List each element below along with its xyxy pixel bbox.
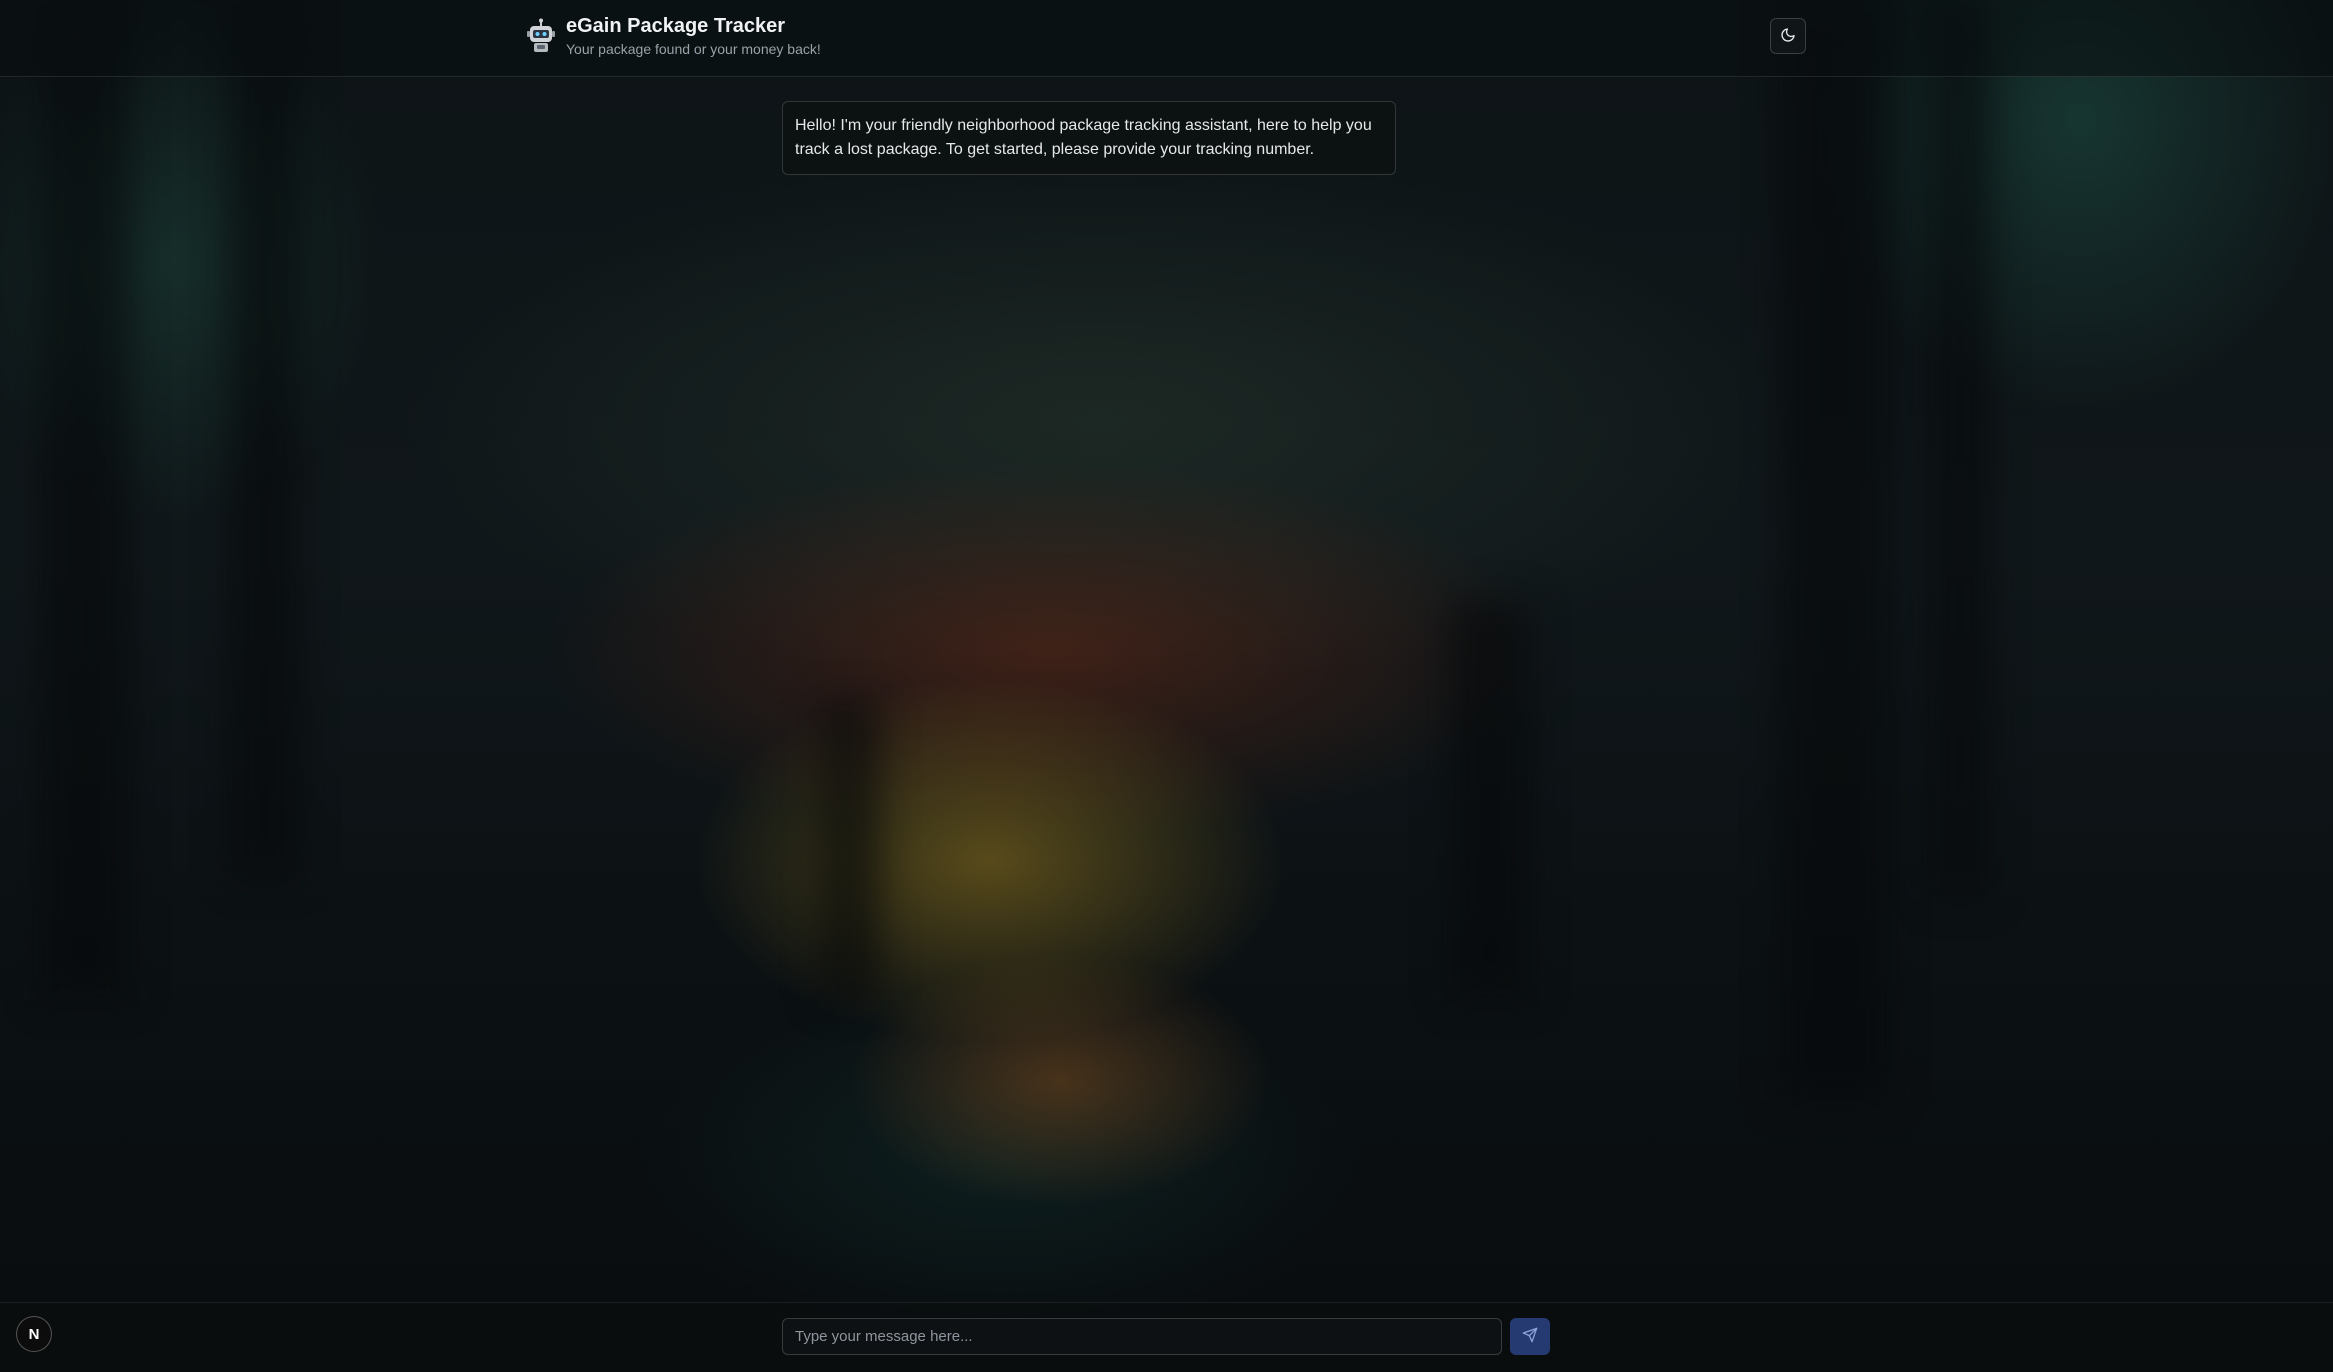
n-badge-label: N: [28, 1325, 40, 1343]
moon-icon: [1780, 27, 1796, 46]
app-header: eGain Package Tracker Your package found…: [0, 0, 2333, 77]
send-icon: [1522, 1327, 1538, 1346]
message-input[interactable]: [782, 1318, 1502, 1355]
app-subtitle: Your package found or your money back!: [566, 41, 821, 57]
n-badge-button[interactable]: N: [16, 1316, 52, 1352]
brand: eGain Package Tracker Your package found…: [526, 13, 821, 58]
app-title: eGain Package Tracker: [566, 15, 786, 37]
send-button[interactable]: [1510, 1318, 1550, 1355]
theme-toggle-button[interactable]: [1770, 18, 1806, 54]
message-text: Hello! I'm your friendly neighborhood pa…: [795, 117, 1372, 158]
robot-icon: [526, 18, 556, 54]
background-image: [0, 0, 2333, 1372]
assistant-message: Hello! I'm your friendly neighborhood pa…: [782, 101, 1396, 175]
brand-text: eGain Package Tracker Your package found…: [566, 13, 821, 58]
